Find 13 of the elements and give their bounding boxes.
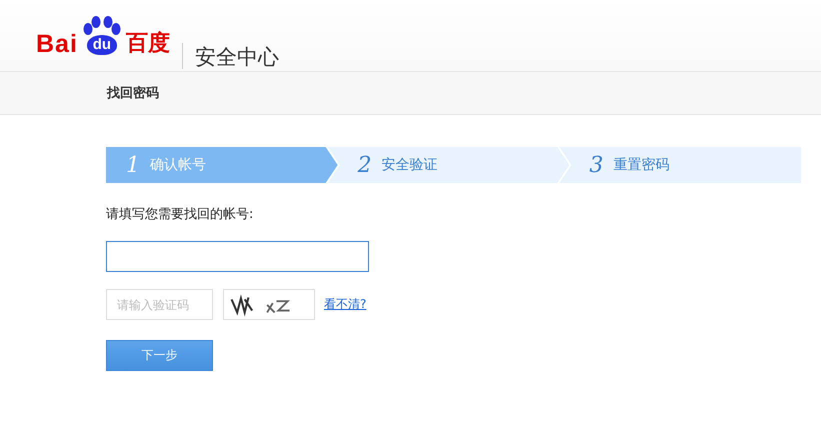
progress-step: 3 重置密码 xyxy=(559,147,802,183)
progress-step: 1 确认帐号 xyxy=(106,147,338,183)
page-title: 找回密码 xyxy=(107,84,159,102)
captcha-input[interactable]: 请输入验证码 xyxy=(106,289,213,320)
logo-text: 百度 xyxy=(126,30,170,58)
next-button[interactable]: 下一步 xyxy=(106,340,213,371)
account-input[interactable] xyxy=(106,241,369,272)
account-prompt: 请填写您需要找回的帐号: xyxy=(106,206,254,223)
logo-text: du xyxy=(86,34,117,54)
progress-step: 2 安全验证 xyxy=(328,147,570,183)
logo-text: Bai xyxy=(36,30,78,58)
refresh-captcha-link[interactable]: 看不清? xyxy=(324,296,366,313)
site-title: 安全中心 xyxy=(194,44,279,71)
